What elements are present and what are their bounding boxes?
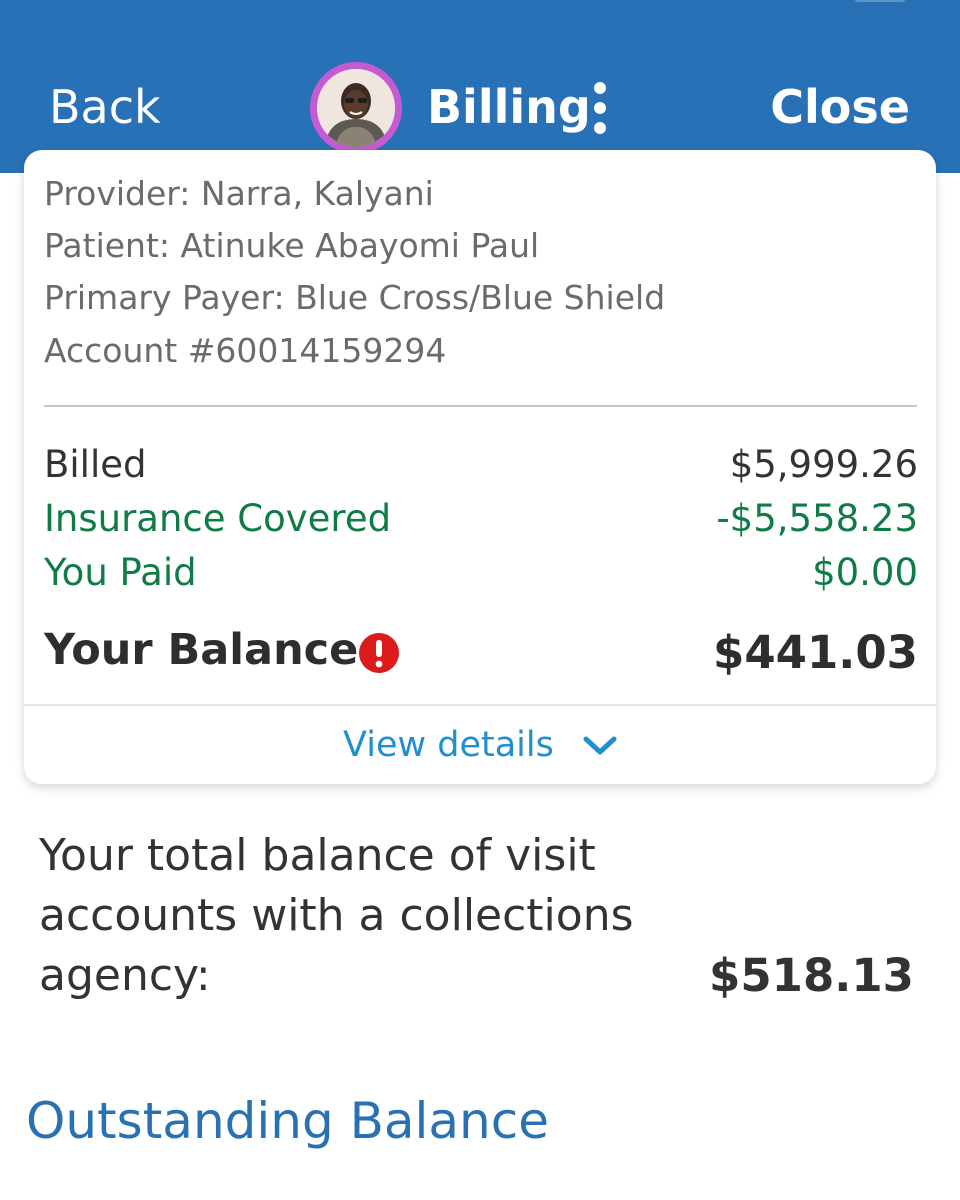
outstanding-balance-heading: Outstanding Balance [26, 1092, 549, 1150]
view-details-button[interactable]: View details [24, 706, 936, 784]
billed-value: $5,999.26 [729, 443, 918, 486]
payer-info: Primary Payer: Blue Cross/Blue Shield [44, 278, 666, 317]
insurance-covered-value: -$5,558.23 [716, 497, 918, 540]
close-button[interactable]: Close [770, 74, 910, 140]
chevron-down-icon [583, 736, 617, 755]
provider-info: Provider: Narra, Kalyani [44, 174, 434, 213]
avatar[interactable] [310, 62, 402, 154]
more-menu-button[interactable] [584, 80, 616, 136]
back-button[interactable]: Back [49, 74, 161, 140]
patient-info: Patient: Atinuke Abayomi Paul [44, 226, 540, 265]
page-title: Billing [427, 80, 591, 134]
visit-billing-card: Provider: Narra, Kalyani Patient: Atinuk… [24, 150, 936, 784]
collections-balance-amount: $518.13 [709, 949, 914, 1002]
your-balance-label: Your Balance [44, 625, 359, 675]
status-bar-indicator [854, 0, 906, 2]
account-number: Account #60014159294 [44, 331, 447, 370]
more-vertical-icon [594, 82, 606, 94]
collections-balance-text: Your total balance of visit accounts wit… [39, 830, 634, 1001]
insurance-covered-label: Insurance Covered [44, 497, 392, 540]
more-vertical-icon [594, 102, 606, 114]
view-details-label: View details [343, 725, 554, 765]
you-paid-label: You Paid [44, 551, 197, 594]
your-balance-value: $441.03 [713, 626, 918, 679]
section-divider [44, 405, 917, 407]
user-avatar-icon [317, 69, 395, 147]
app-header: Back Billing Close [0, 0, 960, 173]
billed-label: Billed [44, 443, 147, 486]
you-paid-value: $0.00 [812, 551, 918, 594]
more-vertical-icon [594, 122, 606, 134]
alert-exclamation-icon[interactable] [358, 632, 400, 674]
